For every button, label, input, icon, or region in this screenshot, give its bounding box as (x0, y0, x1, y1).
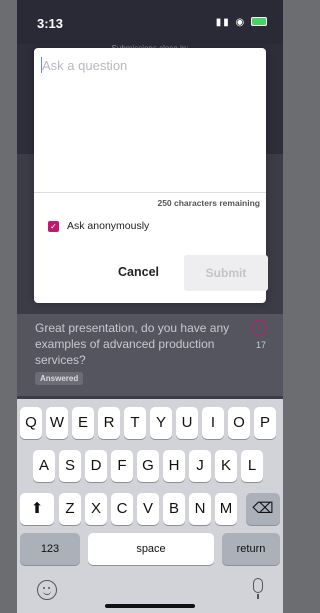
status-bar: 3:13 ▮▮ ◉ (17, 0, 283, 44)
key-g[interactable]: G (137, 450, 159, 482)
key-n[interactable]: N (189, 493, 211, 525)
keyboard-row-1: Q W E R T Y U I O P (17, 407, 283, 439)
key-z[interactable]: Z (59, 493, 81, 525)
ask-question-modal: 250 characters remaining ✓ Ask anonymous… (34, 48, 268, 303)
key-m[interactable]: M (215, 493, 237, 525)
answered-badge: Answered (35, 372, 84, 385)
key-r[interactable]: R (98, 407, 120, 439)
submit-button[interactable]: Submit (184, 255, 268, 291)
upvote-count: 17 (255, 340, 266, 350)
key-x[interactable]: X (85, 493, 107, 525)
background-question-text: Great presentation, do you have any exam… (35, 321, 230, 367)
status-time: 3:13 (37, 16, 64, 31)
key-j[interactable]: J (189, 450, 211, 482)
key-c[interactable]: C (111, 493, 133, 525)
delete-key[interactable]: ⌫ (246, 493, 280, 525)
anonymous-label: Ask anonymously (67, 220, 150, 232)
emoji-icon[interactable] (37, 580, 57, 600)
key-q[interactable]: Q (20, 407, 42, 439)
delete-icon: ⌫ (252, 500, 274, 517)
key-e[interactable]: E (72, 407, 94, 439)
key-u[interactable]: U (176, 407, 198, 439)
key-l[interactable]: L (241, 450, 263, 482)
key-b[interactable]: B (163, 493, 185, 525)
shift-icon: ⬆ (30, 500, 44, 517)
return-key[interactable]: return (222, 533, 280, 565)
keyboard-row-4: 123 space return (17, 533, 283, 565)
keyboard: Q W E R T Y U I O P A S D F G H J K L ⬆ … (17, 399, 283, 613)
cancel-button[interactable]: Cancel (118, 265, 159, 279)
shift-key[interactable]: ⬆ (20, 493, 54, 525)
key-w[interactable]: W (46, 407, 68, 439)
wifi-icon: ◉ (235, 17, 247, 28)
key-f[interactable]: F (111, 450, 133, 482)
key-i[interactable]: I (202, 407, 224, 439)
key-a[interactable]: A (33, 450, 55, 482)
phone-screen: 3:13 ▮▮ ◉ Submissions close in: Great pr… (17, 0, 283, 613)
signal-icon: ▮▮ (215, 17, 231, 28)
battery-icon (251, 17, 267, 26)
key-h[interactable]: H (163, 450, 185, 482)
characters-remaining: 250 characters remaining (157, 198, 260, 208)
key-k[interactable]: K (215, 450, 237, 482)
key-y[interactable]: Y (150, 407, 172, 439)
modal-divider (34, 192, 266, 193)
status-icons: ▮▮ ◉ (216, 16, 267, 28)
upvote-icon: ↑ (251, 320, 267, 336)
keyboard-row-3: ⬆ Z X C V B N M ⌫ (17, 493, 283, 525)
anonymous-toggle[interactable]: ✓ Ask anonymously (48, 220, 149, 232)
background-question-card: Great presentation, do you have any exam… (17, 314, 283, 396)
key-d[interactable]: D (85, 450, 107, 482)
key-p[interactable]: P (254, 407, 276, 439)
key-t[interactable]: T (124, 407, 146, 439)
space-key[interactable]: space (88, 533, 214, 565)
question-input[interactable] (40, 56, 254, 190)
keyboard-row-2: A S D F G H J K L (17, 450, 283, 482)
numbers-key[interactable]: 123 (20, 533, 80, 565)
microphone-icon[interactable] (253, 578, 263, 599)
key-v[interactable]: V (137, 493, 159, 525)
home-indicator (105, 604, 195, 608)
key-o[interactable]: O (228, 407, 250, 439)
anonymous-checkbox[interactable]: ✓ (48, 220, 59, 232)
key-s[interactable]: S (59, 450, 81, 482)
